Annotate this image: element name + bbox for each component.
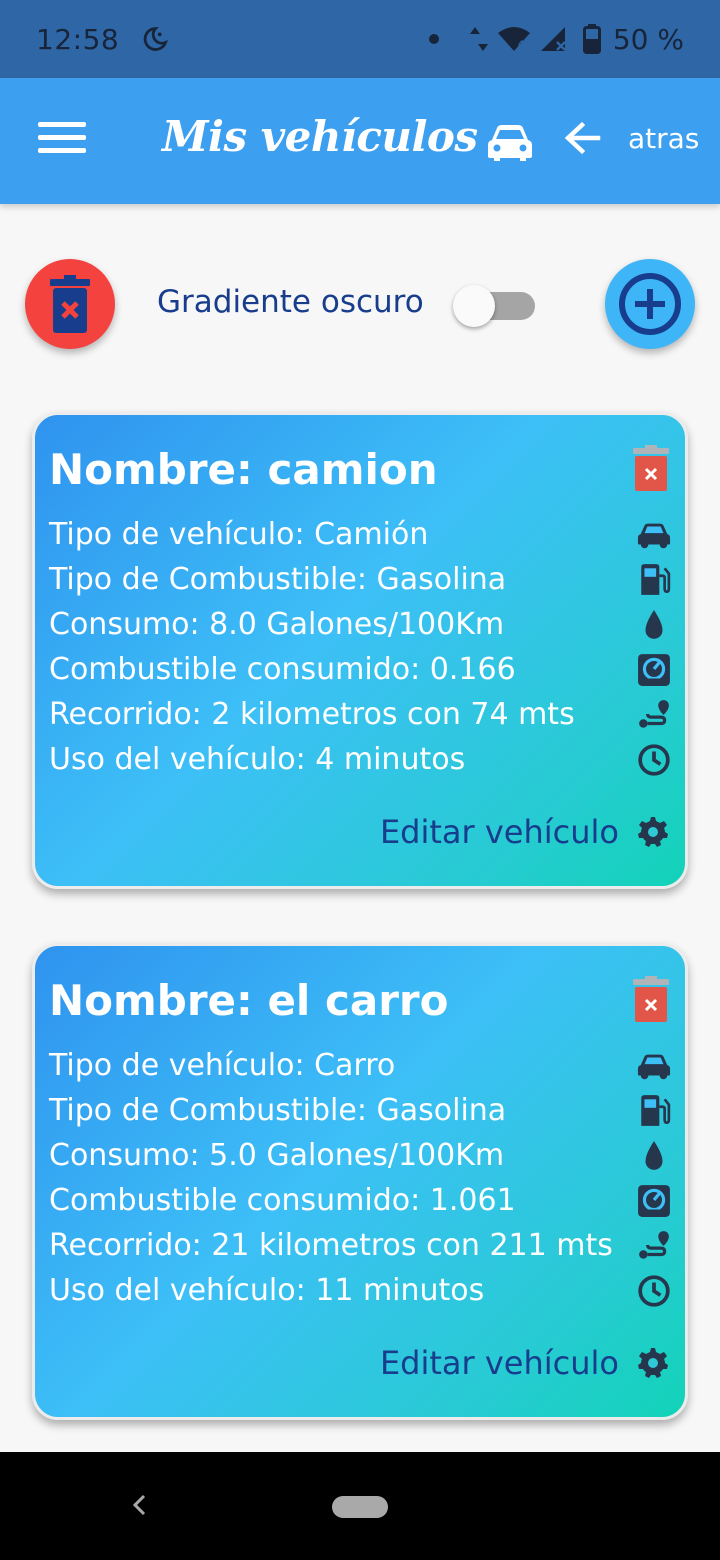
clock-icon bbox=[637, 743, 671, 777]
edit-vehicle-label: Editar vehículo bbox=[379, 1344, 619, 1382]
edit-vehicle-button[interactable]: Editar vehículo bbox=[380, 813, 669, 851]
gradient-dark-toggle[interactable] bbox=[453, 285, 535, 327]
menu-button[interactable] bbox=[38, 122, 86, 162]
page-title: Mis vehículos bbox=[162, 112, 478, 161]
car-icon bbox=[488, 125, 532, 161]
usage-row: Uso del vehículo: 11 minutos bbox=[49, 1268, 671, 1313]
vehicle-type: Tipo de vehículo: Camión bbox=[49, 517, 429, 552]
usage-row: Uso del vehículo: 4 minutos bbox=[49, 737, 671, 782]
notification-dot-icon bbox=[428, 34, 439, 44]
delete-all-button[interactable] bbox=[25, 259, 115, 349]
add-vehicle-button[interactable] bbox=[605, 259, 695, 349]
trash-icon[interactable] bbox=[633, 976, 669, 1022]
car-icon bbox=[637, 518, 671, 552]
vehicle-details: Tipo de vehículo: Camión Tipo de Combust… bbox=[49, 512, 671, 782]
usage-time: Uso del vehículo: 11 minutos bbox=[49, 1273, 485, 1308]
gear-icon bbox=[637, 1347, 669, 1379]
distance-row: Recorrido: 2 kilometros con 74 mts bbox=[49, 692, 671, 737]
menu-icon-bar bbox=[38, 122, 86, 127]
consumption: Consumo: 5.0 Galones/100Km bbox=[49, 1138, 505, 1173]
vehicle-details: Tipo de vehículo: Carro Tipo de Combusti… bbox=[49, 1043, 671, 1313]
wifi-icon: 4 bbox=[497, 27, 530, 51]
battery-percent: 50 % bbox=[612, 22, 684, 56]
gear-icon bbox=[637, 816, 669, 848]
distance-row: Recorrido: 21 kilometros con 211 mts bbox=[49, 1223, 671, 1268]
vehicle-type: Tipo de vehículo: Carro bbox=[49, 1048, 396, 1083]
arrow-left-icon bbox=[564, 121, 601, 155]
consumption-row: Consumo: 5.0 Galones/100Km bbox=[49, 1133, 671, 1178]
gradient-toggle-label: Gradiente oscuro bbox=[157, 284, 424, 320]
car-icon bbox=[637, 1049, 671, 1083]
menu-icon-bar bbox=[38, 135, 86, 140]
status-time: 12:58 bbox=[36, 22, 120, 56]
consumption: Consumo: 8.0 Galones/100Km bbox=[49, 607, 505, 642]
fuel-used-row: Combustible consumido: 0.166 bbox=[49, 647, 671, 692]
gas-pump-icon bbox=[637, 563, 671, 597]
svg-text:4: 4 bbox=[518, 40, 524, 50]
trash-icon[interactable] bbox=[633, 445, 669, 491]
do-not-disturb-moon-icon bbox=[143, 27, 169, 51]
back-button[interactable]: atras bbox=[562, 118, 699, 158]
battery-icon bbox=[582, 24, 601, 54]
nav-home-pill[interactable] bbox=[332, 1496, 388, 1518]
distance: Recorrido: 21 kilometros con 211 mts bbox=[49, 1228, 613, 1263]
plus-circle-icon bbox=[619, 273, 681, 335]
route-icon bbox=[637, 698, 671, 732]
vehicle-type-row: Tipo de vehículo: Carro bbox=[49, 1043, 671, 1088]
menu-icon-bar bbox=[38, 148, 86, 153]
fuel-type-row: Tipo de Combustible: Gasolina bbox=[49, 1088, 671, 1133]
usage-time: Uso del vehículo: 4 minutos bbox=[49, 742, 466, 777]
data-arrows-icon bbox=[469, 27, 488, 51]
cell-signal-icon bbox=[540, 27, 566, 51]
vehicle-name: Nombre: el carro bbox=[49, 976, 449, 1025]
vehicle-card: Nombre: camion Tipo de vehículo: Camión … bbox=[32, 412, 688, 889]
gauge-icon bbox=[637, 1184, 671, 1218]
edit-vehicle-label: Editar vehículo bbox=[379, 813, 619, 851]
route-icon bbox=[637, 1229, 671, 1263]
status-bar: 12:58 4 50 % bbox=[0, 0, 720, 78]
back-label: atras bbox=[628, 121, 700, 155]
distance: Recorrido: 2 kilometros con 74 mts bbox=[49, 697, 575, 732]
fuel-type: Tipo de Combustible: Gasolina bbox=[49, 562, 507, 597]
edit-vehicle-button[interactable]: Editar vehículo bbox=[380, 1344, 669, 1382]
gauge-icon bbox=[637, 653, 671, 687]
system-nav-bar bbox=[0, 1452, 720, 1560]
consumption-row: Consumo: 8.0 Galones/100Km bbox=[49, 602, 671, 647]
gas-pump-icon bbox=[637, 1094, 671, 1128]
nav-back-icon[interactable] bbox=[126, 1490, 152, 1520]
drop-icon bbox=[637, 608, 671, 642]
drop-icon bbox=[637, 1139, 671, 1173]
fuel-type-row: Tipo de Combustible: Gasolina bbox=[49, 557, 671, 602]
vehicle-name: Nombre: camion bbox=[49, 445, 438, 494]
app-bar: Mis vehículos atras bbox=[0, 78, 720, 204]
trash-delete-icon bbox=[50, 275, 90, 333]
vehicle-type-row: Tipo de vehículo: Camión bbox=[49, 512, 671, 557]
status-icons: 4 50 % bbox=[428, 22, 684, 56]
vehicle-card: Nombre: el carro Tipo de vehículo: Carro… bbox=[32, 943, 688, 1420]
fuel-used: Combustible consumido: 1.061 bbox=[49, 1183, 516, 1218]
toggle-thumb bbox=[453, 285, 495, 327]
fuel-used: Combustible consumido: 0.166 bbox=[49, 652, 516, 687]
fuel-used-row: Combustible consumido: 1.061 bbox=[49, 1178, 671, 1223]
clock-icon bbox=[637, 1274, 671, 1308]
fuel-type: Tipo de Combustible: Gasolina bbox=[49, 1093, 507, 1128]
